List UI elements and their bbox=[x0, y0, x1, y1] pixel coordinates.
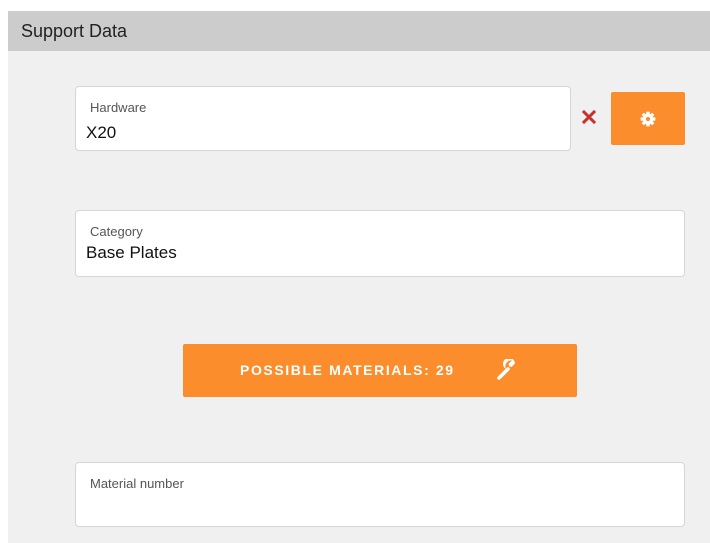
panel-header: Support Data bbox=[8, 11, 710, 51]
category-field[interactable]: Category Base Plates bbox=[75, 210, 685, 277]
support-data-panel: Support Data Hardware X20 Category Base … bbox=[8, 11, 710, 543]
possible-materials-button[interactable]: POSSIBLE MATERIALS: 29 bbox=[183, 344, 577, 397]
hardware-field[interactable]: Hardware X20 bbox=[75, 86, 571, 151]
category-label: Category bbox=[90, 224, 143, 239]
category-value[interactable]: Base Plates bbox=[86, 243, 177, 263]
gear-icon bbox=[640, 111, 656, 127]
material-number-field[interactable]: Material number bbox=[75, 462, 685, 527]
wrench-icon bbox=[497, 359, 515, 380]
close-icon[interactable] bbox=[581, 109, 597, 125]
material-number-label: Material number bbox=[90, 476, 184, 491]
hardware-label: Hardware bbox=[90, 100, 147, 115]
possible-materials-label: POSSIBLE MATERIALS: 29 bbox=[240, 362, 455, 378]
hardware-value[interactable]: X20 bbox=[86, 123, 116, 143]
panel-title: Support Data bbox=[21, 21, 128, 41]
hardware-settings-button[interactable] bbox=[611, 92, 685, 145]
